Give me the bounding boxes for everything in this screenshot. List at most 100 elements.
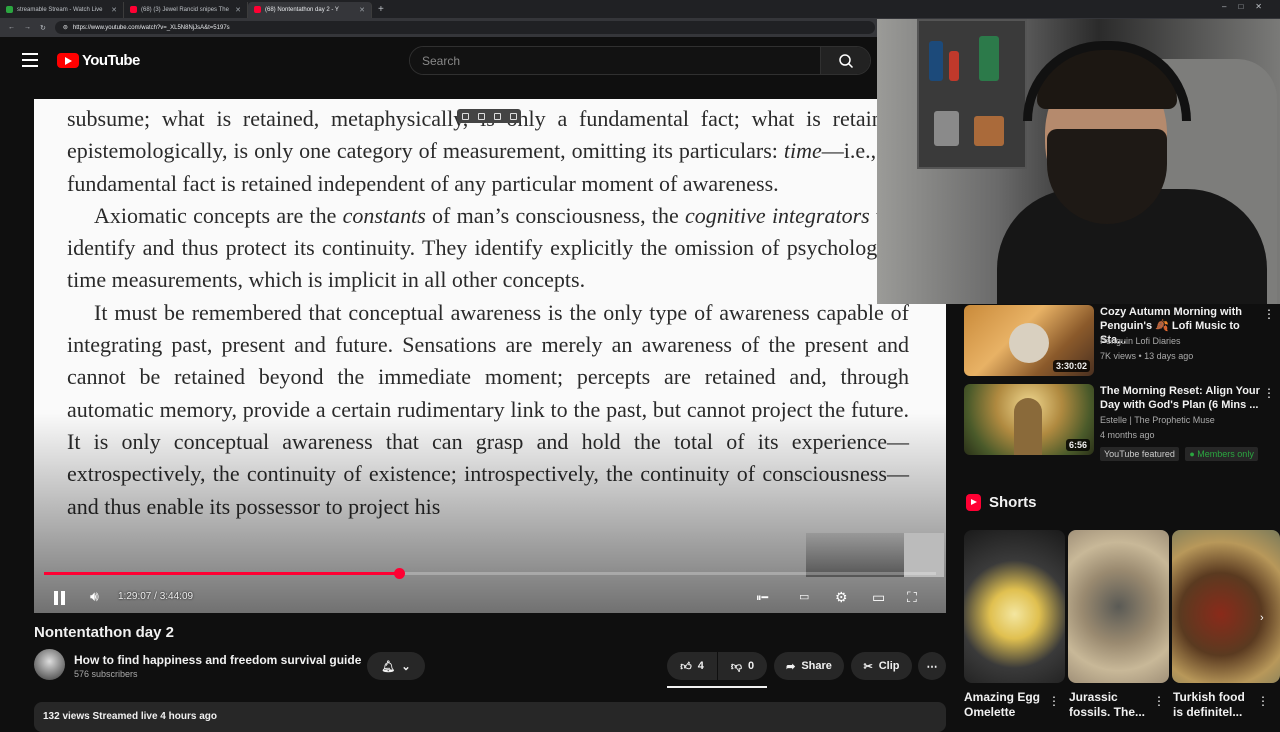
browser-tab[interactable]: (68) (3) Jewel Rancid snipes The ✕ [124,1,248,18]
subtitles-icon[interactable]: ▭ [799,590,809,603]
video-meta: 7K views • 13 days ago [1100,351,1194,361]
more-vertical-icon[interactable]: ⋮ [1263,386,1275,400]
webcam-overlay [877,19,1280,304]
back-icon[interactable]: ← [8,24,15,31]
close-icon[interactable]: ✕ [359,6,365,14]
video-meta: 4 months ago [1100,430,1155,440]
share-icon: ➦ [786,660,796,673]
video-duration: 3:30:02 [1052,360,1090,372]
progress-bar[interactable] [44,568,936,579]
share-button[interactable]: ➦ Share [774,652,844,680]
video-player[interactable]: subsume; what is retained, metaphysicall… [34,99,946,613]
description-box[interactable]: 132 views Streamed live 4 hours ago [34,702,946,732]
clip-label: Clip [878,660,900,672]
bell-icon: 🔔︎ [381,660,396,673]
document-paragraph: Axiomatic concepts are the constants of … [67,202,909,293]
pause-button[interactable] [54,591,68,605]
close-icon[interactable]: ✕ [235,6,241,14]
channel-avatar[interactable] [34,649,65,680]
thumbs-up-icon: 👍︎ [680,660,692,673]
hamburger-menu-icon[interactable] [22,53,38,67]
members-only-badge: ● Members only [1185,447,1258,461]
video-title[interactable]: The Morning Reset: Align Your Day with G… [1100,384,1260,412]
more-horizontal-icon: ⋯ [926,660,938,673]
video-title: Nontentathon day 2 [34,624,175,641]
document-paragraph: It must be remembered that conceptual aw… [67,299,909,519]
channel-name[interactable]: Estelle | The Prophetic Muse [1100,415,1215,425]
scrubber-handle[interactable] [394,568,406,579]
members-only-label: Members only [1197,449,1254,459]
forward-icon[interactable]: → [24,24,31,31]
video-frame-document-text: subsume; what is retained, metaphysicall… [67,103,909,523]
view-count-date: 132 views Streamed live 4 hours ago [43,711,217,722]
youtube-play-icon [57,53,79,68]
dislike-count: 0 [748,660,755,672]
tab-label: streamable Stream - Watch Live [17,6,103,13]
more-actions-button[interactable]: ⋯ [918,652,946,680]
youtube-favicon-icon [254,6,261,13]
recommended-video[interactable]: 6:56 The Morning Reset: Align Your Day w… [964,384,1275,461]
fullscreen-icon[interactable]: ⛶ [907,589,917,606]
more-vertical-icon[interactable]: ⋮ [1153,694,1165,708]
channel-name[interactable]: How to find happiness and freedom surviv… [74,653,361,667]
time-display: 1:29:07 / 3:44:09 [118,591,194,602]
progress-fill [44,572,400,575]
settings-gear-icon[interactable]: ⚙ [835,589,848,606]
new-tab-icon[interactable]: + [372,4,390,15]
channel-name[interactable]: Penguin Lofi Diaries [1100,336,1181,346]
browser-tab[interactable]: streamable Stream - Watch Live ✕ [0,1,124,18]
autoplay-toggle[interactable]: ⏸︎━ [756,591,768,605]
like-button[interactable]: 👍︎ 4 [667,652,717,680]
short-title[interactable]: Jurassic fossils. The... [1069,690,1151,720]
short-thumbnail[interactable] [964,530,1065,683]
end-screen-thumbnail[interactable] [806,533,944,577]
url-field[interactable]: ⊜ https://www.youtube.com/watch?v=_XL5N8… [54,21,875,34]
url-text: https://www.youtube.com/watch?v=_XL5N8Nj… [72,24,230,31]
video-thumbnail[interactable]: 3:30:02 [964,305,1094,376]
browser-tab-bar: streamable Stream - Watch Live ✕ (68) (3… [0,0,1280,18]
short-title[interactable]: Turkish food is definitel... [1173,690,1255,720]
dislike-button[interactable]: 👎︎ 0 [718,652,767,680]
tab-label: (68) (3) Jewel Rancid snipes The [141,6,229,13]
reload-icon[interactable]: ↻ [40,24,46,32]
thumbs-down-icon: 👎︎ [730,660,743,673]
featured-badge: YouTube featured [1100,447,1179,461]
more-vertical-icon[interactable]: ⋮ [1263,307,1275,321]
player-controls: 🔊︎ 1:29:07 / 3:44:09 ⏸︎━ ▭ ⚙ ▭ ⛶ [34,583,946,613]
short-title[interactable]: Amazing Egg Omelette [964,690,1046,720]
chevron-down-icon: ⌄ [401,660,411,673]
subscriber-count: 576 subscribers [74,669,138,679]
shorts-icon [966,494,981,511]
chevron-right-icon[interactable]: › [1260,612,1264,624]
youtube-logo[interactable]: YouTube [57,52,140,69]
more-vertical-icon[interactable]: ⋮ [1257,694,1269,708]
theater-mode-icon[interactable]: ▭ [872,589,885,606]
search-input[interactable] [410,47,820,74]
tab-favicon-icon [6,6,13,13]
video-duration: 6:56 [1065,439,1090,451]
video-thumbnail[interactable]: 6:56 [964,384,1094,455]
volume-icon[interactable]: 🔊︎ [90,588,99,605]
short-thumbnail[interactable] [1172,530,1280,683]
clip-button[interactable]: ✂ Clip [851,652,912,680]
close-icon[interactable]: ✕ [111,6,117,14]
search-icon [838,53,853,68]
badge-row: YouTube featured ● Members only [1100,444,1260,462]
search-bar [409,46,871,75]
search-button[interactable] [820,47,870,74]
pdf-toolbar [457,109,521,123]
site-info-icon[interactable]: ⊜ [63,24,68,31]
short-thumbnail[interactable] [1068,530,1169,683]
shorts-heading: Shorts [966,494,1037,511]
notification-bell-button[interactable]: 🔔︎ ⌄ [367,652,425,680]
share-label: Share [801,660,832,672]
tab-label: (68) Nontentathon day 2 - Y [265,6,339,13]
window-controls[interactable]: –□✕ [1222,2,1274,11]
like-count: 4 [697,660,704,672]
more-vertical-icon[interactable]: ⋮ [1048,694,1060,708]
scissors-icon: ✂ [863,660,873,673]
logo-text: YouTube [82,52,140,69]
youtube-favicon-icon [130,6,137,13]
recommended-video[interactable]: 3:30:02 Cozy Autumn Morning with Penguin… [964,305,1275,377]
browser-tab-active[interactable]: (68) Nontentathon day 2 - Y ✕ [248,1,372,18]
